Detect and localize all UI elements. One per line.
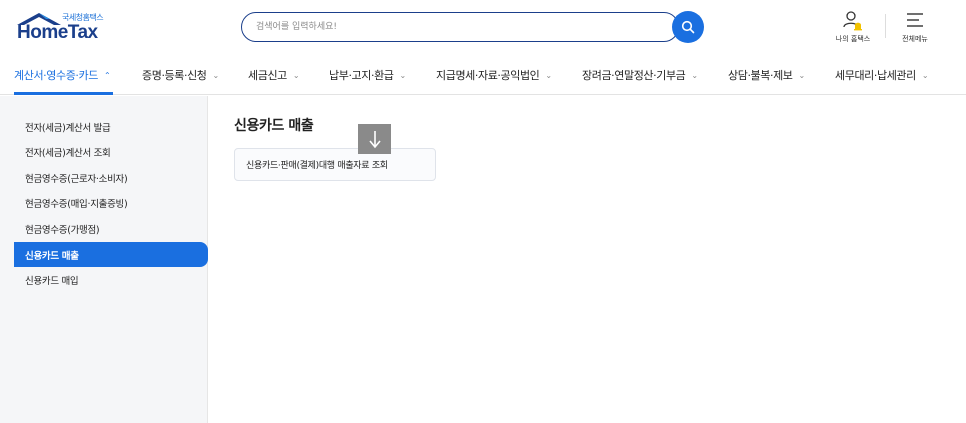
card-credit-card-sales-inquiry[interactable]: 신용카드·판매(결제)대행 매출자료 조회 [234,148,436,181]
chevron-down-icon: ⌄ [691,70,698,80]
nav-item-certificate[interactable]: 증명·등록·신청 ⌄ [142,55,219,95]
chevron-down-icon: ⌄ [545,70,552,80]
nav-item-label: 계산서·영수증·카드 [14,69,98,82]
search-box [241,12,679,42]
main-nav: 계산서·영수증·카드 ⌃ 증명·등록·신청 ⌄ 세금신고 ⌄ 납부·고지·환급 ⌄ 지급… [0,55,966,95]
sidebar: 전자(세금)계산서 발급 전자(세금)계산서 조회 현금영수증(근로자·소비자)… [0,96,208,423]
nav-active-underline [14,92,113,95]
nav-item-label: 증명·등록·신청 [142,69,207,82]
nav-item-incentive[interactable]: 장려금·연말정산·기부금 ⌄ [582,55,698,95]
sidebar-item-e-invoice-issue[interactable]: 전자(세금)계산서 발급 [14,114,208,139]
sidebar-item-label: 신용카드 매출 [25,250,79,262]
hometax-logo[interactable]: 국세청홈택스 HomeTax [14,10,114,46]
nav-item-label: 납부·고지·환급 [329,69,394,82]
sidebar-item-label: 현금영수증(매입·지출증빙) [25,198,128,210]
my-hometax-label: 나의 홈택스 [835,35,871,43]
card-label: 신용카드·판매(결제)대행 매출자료 조회 [246,161,388,171]
nav-item-payment[interactable]: 납부·고지·환급 ⌄ [329,55,406,95]
chevron-down-icon: ⌄ [921,70,929,80]
nav-item-label: 장려금·연말정산·기부금 [582,69,686,82]
sidebar-item-label: 현금영수증(가맹점) [25,224,100,236]
sidebar-item-label: 현금영수증(근로자·소비자) [25,173,128,185]
sidebar-item-credit-card-purchase[interactable]: 신용카드 매입 [14,267,208,292]
sidebar-item-label: 전자(세금)계산서 조회 [25,147,111,159]
search-input[interactable] [256,19,656,35]
logo-title: HomeTax [17,22,98,43]
nav-item-tax-report[interactable]: 세금신고 ⌄ [248,55,300,95]
chevron-down-icon: ⌄ [798,70,806,80]
chevron-down-icon: ⌄ [212,70,220,80]
sidebar-item-cash-receipt-consumer[interactable]: 현금영수증(근로자·소비자) [14,165,208,190]
nav-item-label: 지급명세·자료·공익법인 [436,69,540,82]
chevron-down-icon: ⌄ [292,70,300,80]
sidebar-item-credit-card-sales[interactable]: 신용카드 매출 [14,242,208,267]
search-icon [681,20,695,34]
header-divider [885,14,886,38]
nav-item-invoice-receipt-card[interactable]: 계산서·영수증·카드 ⌃ [14,55,111,95]
nav-item-label: 세무대리·납세관리 [835,69,916,82]
header: 국세청홈택스 HomeTax 나의 홈택스 전체메뉴 [0,0,966,52]
page-title: 신용카드 매출 [234,118,314,134]
sidebar-item-label: 신용카드 매입 [25,275,79,287]
my-hometax-button[interactable]: 나의 홈택스 [826,8,880,44]
chevron-up-icon: ⌃ [103,70,111,80]
nav-item-consult[interactable]: 상담·불복·제보 ⌄ [728,55,805,95]
all-menu-button[interactable]: 전체메뉴 [893,8,937,44]
nav-item-statement[interactable]: 지급명세·자료·공익법인 ⌄ [436,55,552,95]
user-bell-icon [843,11,862,31]
menu-icon [907,13,923,27]
arrow-down-icon [358,124,391,154]
sidebar-item-label: 전자(세금)계산서 발급 [25,122,111,134]
search-button[interactable] [672,11,704,43]
all-menu-label: 전체메뉴 [902,35,928,43]
sidebar-item-cash-receipt-purchase[interactable]: 현금영수증(매입·지출증빙) [14,190,208,215]
chevron-down-icon: ⌄ [399,70,407,80]
nav-item-agent[interactable]: 세무대리·납세관리 ⌄ [835,55,929,95]
sidebar-item-cash-receipt-merchant[interactable]: 현금영수증(가맹점) [14,216,208,241]
nav-item-label: 세금신고 [248,69,287,82]
sidebar-item-e-invoice-inquiry[interactable]: 전자(세금)계산서 조회 [14,139,208,164]
nav-item-label: 상담·불복·제보 [728,69,793,82]
